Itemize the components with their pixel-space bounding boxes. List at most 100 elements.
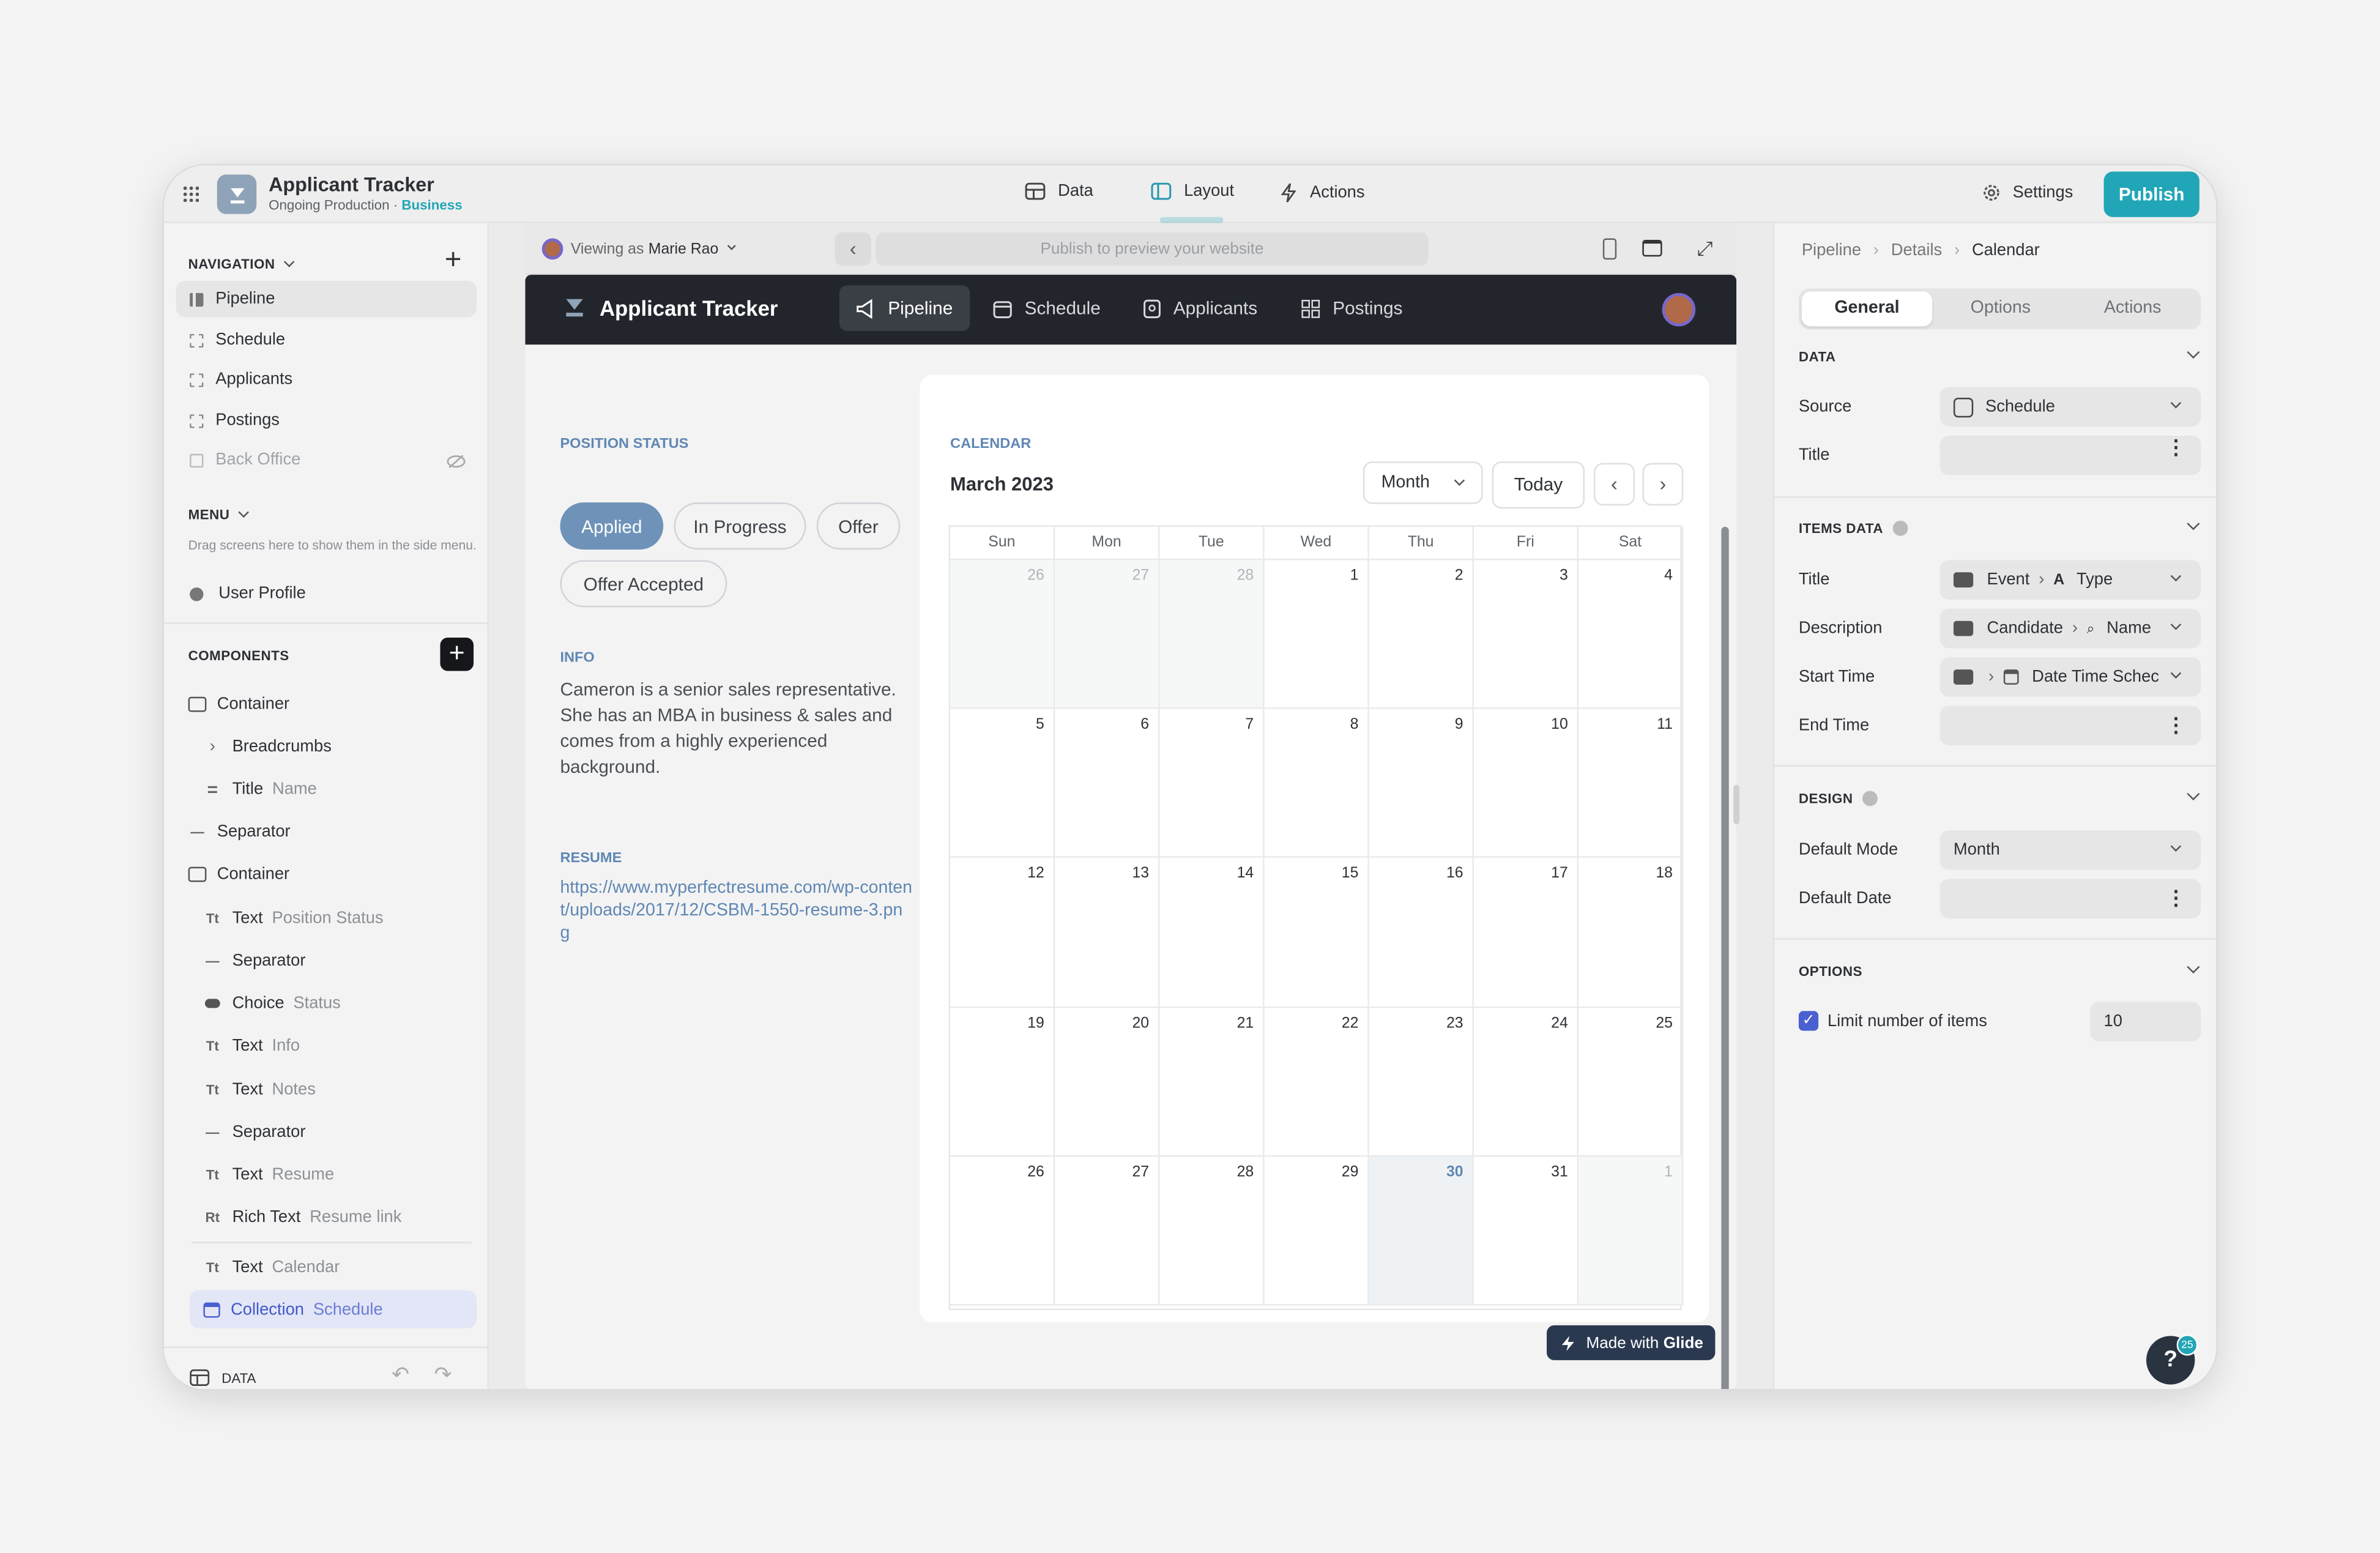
calendar-day[interactable]: 21: [1159, 1007, 1265, 1156]
choice-offer-accepted[interactable]: Offer Accepted: [560, 560, 727, 608]
calendar-day[interactable]: 15: [1264, 858, 1369, 1008]
default-date-field[interactable]: ⋮: [1939, 879, 2201, 918]
calendar-day[interactable]: 2: [1369, 560, 1474, 710]
redo-icon[interactable]: ↷: [434, 1361, 452, 1387]
component-text[interactable]: Tt Text Info: [203, 1031, 300, 1062]
calendar-day[interactable]: 8: [1264, 709, 1369, 858]
preview-scrollbar[interactable]: [1721, 526, 1729, 1390]
choice-applied[interactable]: Applied: [560, 502, 664, 550]
prev-month-button[interactable]: ‹: [1593, 463, 1635, 506]
menu-item-user-profile[interactable]: User Profile: [190, 584, 306, 603]
component-separator[interactable]: — Separator: [188, 817, 290, 847]
sidebar-item-applicants[interactable]: Applicants: [176, 361, 477, 398]
chevron-down-icon[interactable]: [2187, 346, 2200, 359]
more-vertical-icon[interactable]: ⋮: [2166, 887, 2185, 911]
calendar-day[interactable]: 3: [1473, 560, 1579, 710]
tab-postings[interactable]: Postings: [1284, 285, 1419, 330]
calendar-day[interactable]: 7: [1159, 709, 1265, 858]
component-separator[interactable]: — Separator: [203, 946, 305, 977]
more-vertical-icon[interactable]: ⋮: [2166, 713, 2185, 738]
calendar-day[interactable]: 5: [950, 709, 1055, 858]
calendar-day[interactable]: 19: [950, 1007, 1055, 1156]
made-with-glide-badge[interactable]: Made with Glide: [1547, 1325, 1716, 1360]
tab-applicants[interactable]: Applicants: [1126, 285, 1274, 330]
component-text[interactable]: Tt Text Notes: [203, 1074, 316, 1105]
calendar-day[interactable]: 14: [1159, 858, 1265, 1008]
more-vertical-icon[interactable]: ⋮: [2166, 437, 2185, 456]
top-tab-layout[interactable]: Layout: [1151, 182, 1234, 200]
component-separator[interactable]: — Separator: [203, 1117, 305, 1148]
expand-icon[interactable]: ⤢: [1697, 237, 1713, 261]
calendar-day[interactable]: 17: [1473, 858, 1579, 1008]
today-button[interactable]: Today: [1492, 461, 1585, 509]
resume-link[interactable]: https://www.myperfectresume.com/wp-conte…: [560, 877, 912, 946]
sidebar-item-back-office[interactable]: Back Office: [176, 442, 477, 479]
component-container[interactable]: Container: [188, 859, 289, 890]
top-tab-data[interactable]: Data: [1025, 182, 1093, 200]
sidebar-item-pipeline[interactable]: Pipeline: [176, 280, 477, 318]
menu-header[interactable]: MENU: [188, 506, 250, 522]
options-header[interactable]: OPTIONS: [1799, 964, 1862, 979]
calendar-day[interactable]: 4: [1579, 560, 1684, 710]
choice-in-progress[interactable]: In Progress: [674, 502, 806, 550]
avatar[interactable]: [1662, 292, 1696, 327]
calendar-day[interactable]: 22: [1264, 1007, 1369, 1156]
calendar-day[interactable]: 26: [950, 1156, 1055, 1306]
calendar-day[interactable]: 26: [950, 560, 1055, 710]
calendar-day[interactable]: 27: [1055, 1156, 1160, 1306]
calendar-day[interactable]: 1: [1264, 560, 1369, 710]
mobile-view-icon[interactable]: [1602, 238, 1617, 260]
viewing-as-dropdown[interactable]: Viewing as Marie Rao: [541, 238, 737, 260]
hidden-eye-icon[interactable]: [446, 454, 466, 469]
design-header[interactable]: DESIGN: [1799, 791, 1878, 806]
navigation-header[interactable]: NAVIGATION: [188, 255, 295, 272]
calendar-day[interactable]: 28: [1159, 1156, 1265, 1306]
calendar-day[interactable]: 11: [1579, 709, 1684, 858]
start-time-select[interactable]: › Date Time Schec: [1939, 657, 2201, 697]
apps-grid-icon[interactable]: [182, 185, 199, 202]
calendar-day-today[interactable]: 30: [1369, 1156, 1474, 1306]
source-select[interactable]: Schedule: [1939, 387, 2201, 427]
breadcrumb-item[interactable]: Pipeline: [1802, 241, 1861, 259]
tab-pipeline[interactable]: Pipeline: [839, 285, 970, 331]
mode-select[interactable]: Month: [1363, 461, 1483, 504]
choice-offer[interactable]: Offer: [816, 502, 901, 550]
component-choice[interactable]: Choice Status: [203, 988, 341, 1019]
calendar-day[interactable]: 12: [950, 858, 1055, 1008]
calendar-day[interactable]: 27: [1055, 560, 1160, 710]
default-mode-select[interactable]: Month: [1939, 830, 2201, 870]
calendar-day[interactable]: 29: [1264, 1156, 1369, 1306]
end-time-field[interactable]: ⋮: [1939, 706, 2201, 746]
calendar-day[interactable]: 9: [1369, 709, 1474, 858]
top-tab-actions[interactable]: Actions: [1279, 182, 1365, 204]
component-text[interactable]: Tt Text Resume: [203, 1160, 334, 1190]
calendar-day[interactable]: 23: [1369, 1007, 1474, 1156]
chevron-down-icon[interactable]: [2187, 517, 2200, 531]
sidebar-item-schedule[interactable]: Schedule: [176, 322, 477, 359]
calendar-day[interactable]: 31: [1473, 1156, 1579, 1306]
component-rich-text[interactable]: Rt Rich Text Resume link: [203, 1202, 402, 1233]
back-button[interactable]: ‹: [835, 232, 872, 266]
component-text[interactable]: Tt Text Calendar: [203, 1253, 340, 1283]
description-select[interactable]: Candidate › ⌕ Name: [1939, 608, 2201, 649]
calendar-day[interactable]: 25: [1579, 1007, 1684, 1156]
settings-button[interactable]: Settings: [1981, 182, 2073, 204]
calendar-day[interactable]: 6: [1055, 709, 1160, 858]
sidebar-item-postings[interactable]: Postings: [176, 402, 477, 439]
tab-actions[interactable]: Actions: [2067, 291, 2198, 326]
chevron-down-icon[interactable]: [2187, 960, 2200, 974]
data-footer[interactable]: DATA: [190, 1369, 256, 1386]
chevron-down-icon[interactable]: [2187, 787, 2200, 801]
url-bar[interactable]: Publish to preview your website: [876, 232, 1429, 266]
tab-general[interactable]: General: [1801, 291, 1933, 327]
tablet-view-icon[interactable]: [1642, 239, 1662, 257]
calendar-day[interactable]: 24: [1473, 1007, 1579, 1156]
component-container[interactable]: Container: [188, 689, 289, 720]
title-field[interactable]: ⋮: [1939, 436, 2201, 475]
next-month-button[interactable]: ›: [1642, 463, 1684, 506]
data-section-header[interactable]: DATA: [1799, 349, 1836, 365]
undo-icon[interactable]: ↶: [392, 1361, 409, 1387]
breadcrumb-item[interactable]: Details: [1891, 241, 1942, 259]
calendar-day[interactable]: 13: [1055, 858, 1160, 1008]
tab-options[interactable]: Options: [1935, 291, 2066, 326]
